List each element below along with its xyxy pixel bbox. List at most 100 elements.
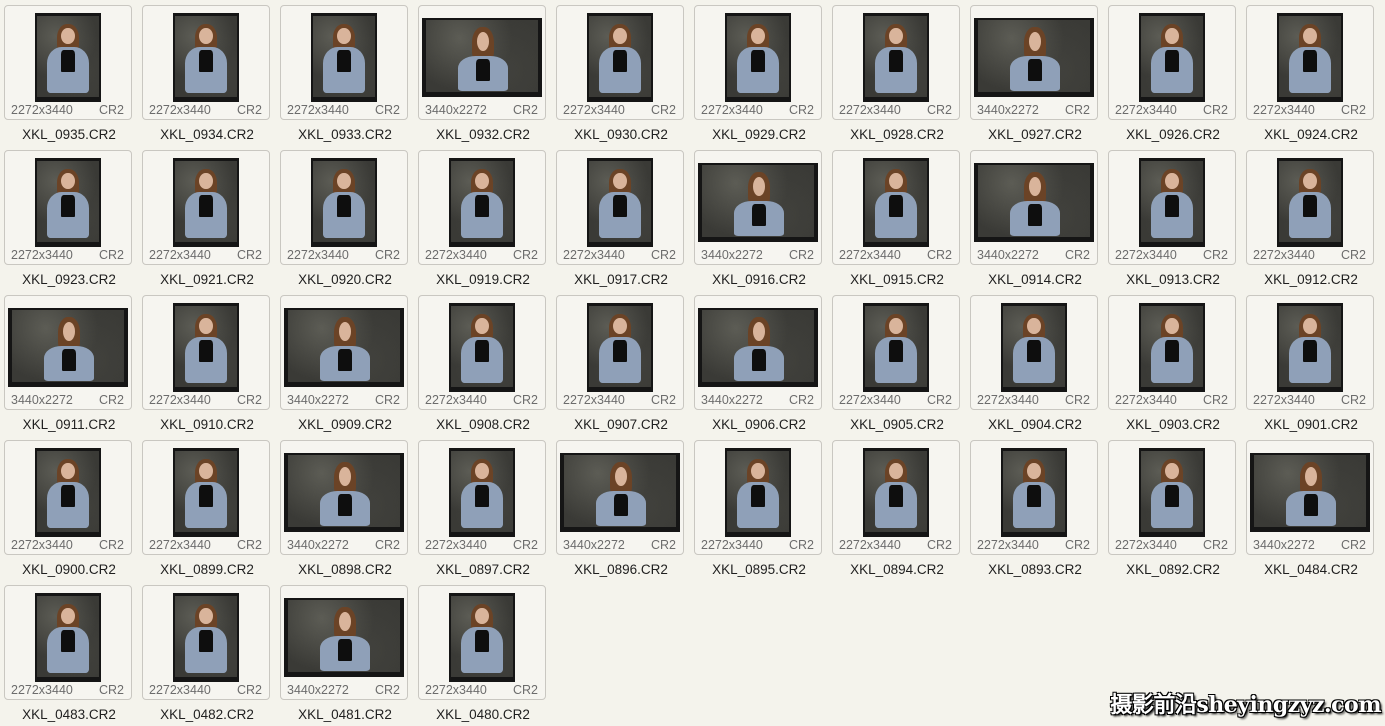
file-name-label[interactable]: XKL_0904.CR2 xyxy=(966,417,1104,432)
thumbnail-tile[interactable]: 2272x3440 CR2 xyxy=(418,150,546,265)
file-name-label[interactable]: XKL_0901.CR2 xyxy=(1242,417,1380,432)
thumbnail-tile[interactable]: 2272x3440 CR2 xyxy=(4,150,132,265)
file-name-label[interactable]: XKL_0900.CR2 xyxy=(0,562,138,577)
thumbnail-tile[interactable]: 2272x3440 CR2 xyxy=(556,150,684,265)
file-item[interactable]: 3440x2272 CR2 XKL_0484.CR2 xyxy=(1242,435,1374,580)
file-item[interactable]: 2272x3440 CR2 XKL_0924.CR2 xyxy=(1242,0,1374,145)
file-name-label[interactable]: XKL_0920.CR2 xyxy=(276,272,414,287)
file-item[interactable]: 2272x3440 CR2 XKL_0920.CR2 xyxy=(276,145,408,290)
thumbnail-tile[interactable]: 3440x2272 CR2 xyxy=(556,440,684,555)
thumbnail-tile[interactable]: 3440x2272 CR2 xyxy=(280,440,408,555)
file-name-label[interactable]: XKL_0915.CR2 xyxy=(828,272,966,287)
file-name-label[interactable]: XKL_0483.CR2 xyxy=(0,707,138,722)
file-item[interactable]: 3440x2272 CR2 XKL_0896.CR2 xyxy=(552,435,684,580)
thumbnail-tile[interactable]: 3440x2272 CR2 xyxy=(694,295,822,410)
file-name-label[interactable]: XKL_0897.CR2 xyxy=(414,562,552,577)
file-item[interactable]: 2272x3440 CR2 XKL_0908.CR2 xyxy=(414,290,546,435)
thumbnail-tile[interactable]: 2272x3440 CR2 xyxy=(694,440,822,555)
thumbnail-tile[interactable]: 2272x3440 CR2 xyxy=(4,440,132,555)
thumbnail-tile[interactable]: 2272x3440 CR2 xyxy=(418,440,546,555)
file-item[interactable]: 2272x3440 CR2 XKL_0904.CR2 xyxy=(966,290,1098,435)
file-name-label[interactable]: XKL_0482.CR2 xyxy=(138,707,276,722)
thumbnail-tile[interactable]: 2272x3440 CR2 xyxy=(832,150,960,265)
file-name-label[interactable]: XKL_0484.CR2 xyxy=(1242,562,1380,577)
thumbnail-tile[interactable]: 2272x3440 CR2 xyxy=(694,5,822,120)
file-name-label[interactable]: XKL_0910.CR2 xyxy=(138,417,276,432)
thumbnail-tile[interactable]: 2272x3440 CR2 xyxy=(556,5,684,120)
file-item[interactable]: 2272x3440 CR2 XKL_0893.CR2 xyxy=(966,435,1098,580)
file-name-label[interactable]: XKL_0932.CR2 xyxy=(414,127,552,142)
file-item[interactable]: 2272x3440 CR2 XKL_0483.CR2 xyxy=(0,580,132,725)
file-name-label[interactable]: XKL_0921.CR2 xyxy=(138,272,276,287)
file-name-label[interactable]: XKL_0894.CR2 xyxy=(828,562,966,577)
file-item[interactable]: 2272x3440 CR2 XKL_0929.CR2 xyxy=(690,0,822,145)
file-item[interactable]: 3440x2272 CR2 XKL_0916.CR2 xyxy=(690,145,822,290)
file-item[interactable]: 2272x3440 CR2 XKL_0903.CR2 xyxy=(1104,290,1236,435)
file-item[interactable]: 2272x3440 CR2 XKL_0905.CR2 xyxy=(828,290,960,435)
file-item[interactable]: 2272x3440 CR2 XKL_0935.CR2 xyxy=(0,0,132,145)
file-name-label[interactable]: XKL_0899.CR2 xyxy=(138,562,276,577)
thumbnail-tile[interactable]: 2272x3440 CR2 xyxy=(1108,295,1236,410)
file-name-label[interactable]: XKL_0923.CR2 xyxy=(0,272,138,287)
file-item[interactable]: 3440x2272 CR2 XKL_0906.CR2 xyxy=(690,290,822,435)
file-name-label[interactable]: XKL_0895.CR2 xyxy=(690,562,828,577)
thumbnail-tile[interactable]: 2272x3440 CR2 xyxy=(1246,150,1374,265)
file-item[interactable]: 2272x3440 CR2 XKL_0910.CR2 xyxy=(138,290,270,435)
file-item[interactable]: 2272x3440 CR2 XKL_0892.CR2 xyxy=(1104,435,1236,580)
thumbnail-tile[interactable]: 3440x2272 CR2 xyxy=(1246,440,1374,555)
thumbnail-tile[interactable]: 2272x3440 CR2 xyxy=(4,585,132,700)
file-item[interactable]: 2272x3440 CR2 XKL_0912.CR2 xyxy=(1242,145,1374,290)
file-name-label[interactable]: XKL_0919.CR2 xyxy=(414,272,552,287)
file-item[interactable]: 3440x2272 CR2 XKL_0911.CR2 xyxy=(0,290,132,435)
file-item[interactable]: 2272x3440 CR2 XKL_0895.CR2 xyxy=(690,435,822,580)
thumbnail-tile[interactable]: 2272x3440 CR2 xyxy=(832,295,960,410)
file-item[interactable]: 2272x3440 CR2 XKL_0913.CR2 xyxy=(1104,145,1236,290)
file-item[interactable]: 2272x3440 CR2 XKL_0921.CR2 xyxy=(138,145,270,290)
thumbnail-tile[interactable]: 2272x3440 CR2 xyxy=(1108,440,1236,555)
thumbnail-tile[interactable]: 2272x3440 CR2 xyxy=(280,150,408,265)
file-item[interactable]: 2272x3440 CR2 XKL_0926.CR2 xyxy=(1104,0,1236,145)
file-name-label[interactable]: XKL_0927.CR2 xyxy=(966,127,1104,142)
thumbnail-tile[interactable]: 3440x2272 CR2 xyxy=(4,295,132,410)
file-item[interactable]: 2272x3440 CR2 XKL_0480.CR2 xyxy=(414,580,546,725)
file-item[interactable]: 2272x3440 CR2 XKL_0933.CR2 xyxy=(276,0,408,145)
thumbnail-tile[interactable]: 2272x3440 CR2 xyxy=(556,295,684,410)
file-name-label[interactable]: XKL_0481.CR2 xyxy=(276,707,414,722)
file-item[interactable]: 3440x2272 CR2 XKL_0927.CR2 xyxy=(966,0,1098,145)
file-item[interactable]: 2272x3440 CR2 XKL_0900.CR2 xyxy=(0,435,132,580)
thumbnail-tile[interactable]: 2272x3440 CR2 xyxy=(832,440,960,555)
file-name-label[interactable]: XKL_0914.CR2 xyxy=(966,272,1104,287)
file-name-label[interactable]: XKL_0935.CR2 xyxy=(0,127,138,142)
file-item[interactable]: 2272x3440 CR2 XKL_0923.CR2 xyxy=(0,145,132,290)
file-name-label[interactable]: XKL_0906.CR2 xyxy=(690,417,828,432)
file-item[interactable]: 2272x3440 CR2 XKL_0917.CR2 xyxy=(552,145,684,290)
file-name-label[interactable]: XKL_0912.CR2 xyxy=(1242,272,1380,287)
thumbnail-tile[interactable]: 2272x3440 CR2 xyxy=(1108,5,1236,120)
file-item[interactable]: 2272x3440 CR2 XKL_0934.CR2 xyxy=(138,0,270,145)
file-name-label[interactable]: XKL_0926.CR2 xyxy=(1104,127,1242,142)
file-name-label[interactable]: XKL_0903.CR2 xyxy=(1104,417,1242,432)
file-name-label[interactable]: XKL_0928.CR2 xyxy=(828,127,966,142)
file-name-label[interactable]: XKL_0908.CR2 xyxy=(414,417,552,432)
file-name-label[interactable]: XKL_0480.CR2 xyxy=(414,707,552,722)
thumbnail-tile[interactable]: 2272x3440 CR2 xyxy=(970,295,1098,410)
file-name-label[interactable]: XKL_0924.CR2 xyxy=(1242,127,1380,142)
file-name-label[interactable]: XKL_0930.CR2 xyxy=(552,127,690,142)
file-item[interactable]: 2272x3440 CR2 XKL_0897.CR2 xyxy=(414,435,546,580)
thumbnail-tile[interactable]: 2272x3440 CR2 xyxy=(142,150,270,265)
file-name-label[interactable]: XKL_0896.CR2 xyxy=(552,562,690,577)
thumbnail-tile[interactable]: 2272x3440 CR2 xyxy=(1246,5,1374,120)
file-item[interactable]: 2272x3440 CR2 XKL_0482.CR2 xyxy=(138,580,270,725)
thumbnail-tile[interactable]: 2272x3440 CR2 xyxy=(970,440,1098,555)
file-item[interactable]: 2272x3440 CR2 XKL_0894.CR2 xyxy=(828,435,960,580)
thumbnail-tile[interactable]: 3440x2272 CR2 xyxy=(418,5,546,120)
thumbnail-tile[interactable]: 2272x3440 CR2 xyxy=(1108,150,1236,265)
file-item[interactable]: 2272x3440 CR2 XKL_0899.CR2 xyxy=(138,435,270,580)
thumbnail-tile[interactable]: 3440x2272 CR2 xyxy=(694,150,822,265)
thumbnail-tile[interactable]: 3440x2272 CR2 xyxy=(280,585,408,700)
file-name-label[interactable]: XKL_0911.CR2 xyxy=(0,417,138,432)
thumbnail-tile[interactable]: 2272x3440 CR2 xyxy=(142,295,270,410)
thumbnail-tile[interactable]: 3440x2272 CR2 xyxy=(970,150,1098,265)
file-name-label[interactable]: XKL_0916.CR2 xyxy=(690,272,828,287)
file-name-label[interactable]: XKL_0907.CR2 xyxy=(552,417,690,432)
